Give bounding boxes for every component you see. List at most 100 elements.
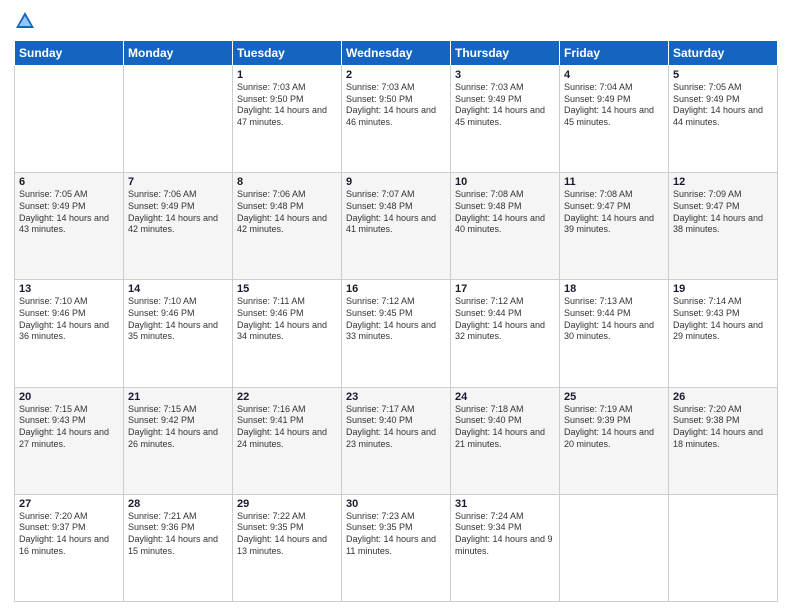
calendar-cell: 22Sunrise: 7:16 AMSunset: 9:41 PMDayligh… [233, 387, 342, 494]
day-content: Sunrise: 7:19 AMSunset: 9:39 PMDaylight:… [564, 404, 664, 451]
calendar-cell: 24Sunrise: 7:18 AMSunset: 9:40 PMDayligh… [451, 387, 560, 494]
calendar-cell [124, 66, 233, 173]
day-number: 22 [237, 391, 337, 403]
day-content: Sunrise: 7:09 AMSunset: 9:47 PMDaylight:… [673, 189, 773, 236]
calendar-cell: 4Sunrise: 7:04 AMSunset: 9:49 PMDaylight… [560, 66, 669, 173]
day-number: 19 [673, 283, 773, 295]
calendar-cell: 28Sunrise: 7:21 AMSunset: 9:36 PMDayligh… [124, 494, 233, 601]
weekday-header: Monday [124, 41, 233, 66]
calendar-cell: 1Sunrise: 7:03 AMSunset: 9:50 PMDaylight… [233, 66, 342, 173]
day-content: Sunrise: 7:16 AMSunset: 9:41 PMDaylight:… [237, 404, 337, 451]
calendar-header-row: SundayMondayTuesdayWednesdayThursdayFrid… [15, 41, 778, 66]
calendar-week-row: 6Sunrise: 7:05 AMSunset: 9:49 PMDaylight… [15, 173, 778, 280]
day-number: 6 [19, 176, 119, 188]
calendar-cell: 20Sunrise: 7:15 AMSunset: 9:43 PMDayligh… [15, 387, 124, 494]
day-number: 12 [673, 176, 773, 188]
day-content: Sunrise: 7:03 AMSunset: 9:50 PMDaylight:… [237, 82, 337, 129]
day-number: 15 [237, 283, 337, 295]
day-content: Sunrise: 7:12 AMSunset: 9:44 PMDaylight:… [455, 296, 555, 343]
day-content: Sunrise: 7:14 AMSunset: 9:43 PMDaylight:… [673, 296, 773, 343]
day-number: 7 [128, 176, 228, 188]
day-content: Sunrise: 7:15 AMSunset: 9:43 PMDaylight:… [19, 404, 119, 451]
day-content: Sunrise: 7:05 AMSunset: 9:49 PMDaylight:… [673, 82, 773, 129]
day-number: 10 [455, 176, 555, 188]
day-content: Sunrise: 7:07 AMSunset: 9:48 PMDaylight:… [346, 189, 446, 236]
day-content: Sunrise: 7:03 AMSunset: 9:50 PMDaylight:… [346, 82, 446, 129]
day-number: 25 [564, 391, 664, 403]
day-number: 2 [346, 69, 446, 81]
calendar-cell: 29Sunrise: 7:22 AMSunset: 9:35 PMDayligh… [233, 494, 342, 601]
day-content: Sunrise: 7:05 AMSunset: 9:49 PMDaylight:… [19, 189, 119, 236]
calendar-cell: 13Sunrise: 7:10 AMSunset: 9:46 PMDayligh… [15, 280, 124, 387]
calendar-cell: 5Sunrise: 7:05 AMSunset: 9:49 PMDaylight… [669, 66, 778, 173]
calendar-cell: 2Sunrise: 7:03 AMSunset: 9:50 PMDaylight… [342, 66, 451, 173]
day-number: 4 [564, 69, 664, 81]
calendar-cell: 11Sunrise: 7:08 AMSunset: 9:47 PMDayligh… [560, 173, 669, 280]
day-content: Sunrise: 7:15 AMSunset: 9:42 PMDaylight:… [128, 404, 228, 451]
logo [14, 10, 38, 32]
day-number: 27 [19, 498, 119, 510]
day-number: 31 [455, 498, 555, 510]
calendar-cell: 14Sunrise: 7:10 AMSunset: 9:46 PMDayligh… [124, 280, 233, 387]
day-number: 24 [455, 391, 555, 403]
calendar-cell [15, 66, 124, 173]
logo-icon [14, 10, 36, 32]
day-content: Sunrise: 7:23 AMSunset: 9:35 PMDaylight:… [346, 511, 446, 558]
day-content: Sunrise: 7:06 AMSunset: 9:49 PMDaylight:… [128, 189, 228, 236]
day-content: Sunrise: 7:08 AMSunset: 9:47 PMDaylight:… [564, 189, 664, 236]
day-number: 23 [346, 391, 446, 403]
day-number: 9 [346, 176, 446, 188]
day-content: Sunrise: 7:13 AMSunset: 9:44 PMDaylight:… [564, 296, 664, 343]
calendar-cell: 6Sunrise: 7:05 AMSunset: 9:49 PMDaylight… [15, 173, 124, 280]
day-content: Sunrise: 7:18 AMSunset: 9:40 PMDaylight:… [455, 404, 555, 451]
calendar-cell: 30Sunrise: 7:23 AMSunset: 9:35 PMDayligh… [342, 494, 451, 601]
day-number: 1 [237, 69, 337, 81]
calendar-cell: 3Sunrise: 7:03 AMSunset: 9:49 PMDaylight… [451, 66, 560, 173]
day-content: Sunrise: 7:21 AMSunset: 9:36 PMDaylight:… [128, 511, 228, 558]
calendar-cell: 10Sunrise: 7:08 AMSunset: 9:48 PMDayligh… [451, 173, 560, 280]
calendar-week-row: 20Sunrise: 7:15 AMSunset: 9:43 PMDayligh… [15, 387, 778, 494]
day-content: Sunrise: 7:06 AMSunset: 9:48 PMDaylight:… [237, 189, 337, 236]
day-number: 8 [237, 176, 337, 188]
day-number: 13 [19, 283, 119, 295]
day-content: Sunrise: 7:22 AMSunset: 9:35 PMDaylight:… [237, 511, 337, 558]
calendar-cell: 19Sunrise: 7:14 AMSunset: 9:43 PMDayligh… [669, 280, 778, 387]
calendar-cell: 26Sunrise: 7:20 AMSunset: 9:38 PMDayligh… [669, 387, 778, 494]
day-content: Sunrise: 7:03 AMSunset: 9:49 PMDaylight:… [455, 82, 555, 129]
calendar-week-row: 27Sunrise: 7:20 AMSunset: 9:37 PMDayligh… [15, 494, 778, 601]
calendar-cell: 27Sunrise: 7:20 AMSunset: 9:37 PMDayligh… [15, 494, 124, 601]
day-content: Sunrise: 7:17 AMSunset: 9:40 PMDaylight:… [346, 404, 446, 451]
day-number: 20 [19, 391, 119, 403]
day-content: Sunrise: 7:12 AMSunset: 9:45 PMDaylight:… [346, 296, 446, 343]
weekday-header: Friday [560, 41, 669, 66]
day-content: Sunrise: 7:20 AMSunset: 9:37 PMDaylight:… [19, 511, 119, 558]
calendar-cell: 18Sunrise: 7:13 AMSunset: 9:44 PMDayligh… [560, 280, 669, 387]
day-number: 11 [564, 176, 664, 188]
calendar-week-row: 13Sunrise: 7:10 AMSunset: 9:46 PMDayligh… [15, 280, 778, 387]
calendar-cell: 15Sunrise: 7:11 AMSunset: 9:46 PMDayligh… [233, 280, 342, 387]
day-number: 17 [455, 283, 555, 295]
day-number: 3 [455, 69, 555, 81]
calendar-cell: 7Sunrise: 7:06 AMSunset: 9:49 PMDaylight… [124, 173, 233, 280]
calendar-cell: 12Sunrise: 7:09 AMSunset: 9:47 PMDayligh… [669, 173, 778, 280]
calendar-cell: 17Sunrise: 7:12 AMSunset: 9:44 PMDayligh… [451, 280, 560, 387]
day-content: Sunrise: 7:11 AMSunset: 9:46 PMDaylight:… [237, 296, 337, 343]
calendar-cell: 21Sunrise: 7:15 AMSunset: 9:42 PMDayligh… [124, 387, 233, 494]
day-number: 21 [128, 391, 228, 403]
calendar-cell [669, 494, 778, 601]
day-number: 14 [128, 283, 228, 295]
day-number: 26 [673, 391, 773, 403]
calendar-cell: 25Sunrise: 7:19 AMSunset: 9:39 PMDayligh… [560, 387, 669, 494]
day-number: 16 [346, 283, 446, 295]
day-content: Sunrise: 7:04 AMSunset: 9:49 PMDaylight:… [564, 82, 664, 129]
calendar-page: SundayMondayTuesdayWednesdayThursdayFrid… [0, 0, 792, 612]
calendar-cell: 23Sunrise: 7:17 AMSunset: 9:40 PMDayligh… [342, 387, 451, 494]
weekday-header: Wednesday [342, 41, 451, 66]
day-content: Sunrise: 7:20 AMSunset: 9:38 PMDaylight:… [673, 404, 773, 451]
page-header [14, 10, 778, 32]
day-content: Sunrise: 7:10 AMSunset: 9:46 PMDaylight:… [19, 296, 119, 343]
day-content: Sunrise: 7:24 AMSunset: 9:34 PMDaylight:… [455, 511, 555, 558]
weekday-header: Thursday [451, 41, 560, 66]
weekday-header: Sunday [15, 41, 124, 66]
weekday-header: Saturday [669, 41, 778, 66]
